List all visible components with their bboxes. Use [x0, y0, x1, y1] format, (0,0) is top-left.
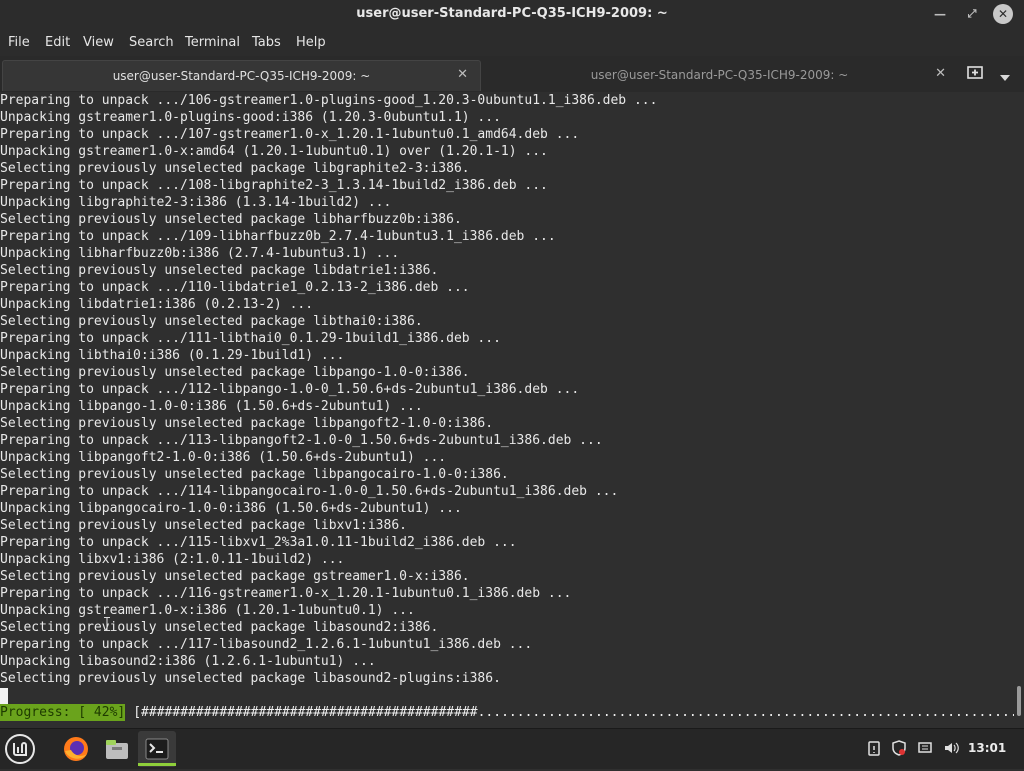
menu-view[interactable]: View	[83, 35, 114, 50]
terminal-line: Selecting previously unselected package …	[0, 620, 439, 635]
terminal-icon[interactable]	[138, 731, 176, 767]
plus-icon[interactable]	[965, 64, 985, 84]
terminal-line: Unpacking libharfbuzz0b:i386 (2.7.4-1ubu…	[0, 246, 400, 261]
menu-file[interactable]: File	[8, 35, 30, 50]
terminal-line: Selecting previously unselected package …	[0, 212, 462, 227]
terminal-line: Preparing to unpack .../115-libxv1_2%3a1…	[0, 535, 517, 550]
menu-icon[interactable]	[4, 733, 36, 765]
chevron-down-icon[interactable]	[998, 68, 1014, 81]
terminal-line: Selecting previously unselected package …	[0, 161, 470, 176]
close-icon[interactable]: ✕	[993, 4, 1013, 24]
menu-terminal[interactable]: Terminal	[185, 35, 240, 50]
terminal-line: Preparing to unpack .../117-libasound2_1…	[0, 637, 533, 652]
terminal-line: Preparing to unpack .../116-gstreamer1.0…	[0, 586, 572, 601]
title-bar: user@user-Standard-PC-Q35-ICH9-2009: ~ —…	[0, 0, 1024, 29]
shield-icon[interactable]	[890, 740, 908, 758]
network-icon[interactable]	[916, 740, 934, 758]
scrollbar[interactable]	[1014, 92, 1024, 722]
menu-help[interactable]: Help	[296, 35, 326, 50]
terminal-line: Preparing to unpack .../113-libpangoft2-…	[0, 433, 603, 448]
terminal-line: Preparing to unpack .../114-libpangocair…	[0, 484, 619, 499]
terminal-line: Unpacking gstreamer1.0-x:amd64 (1.20.1-1…	[0, 144, 548, 159]
terminal-line: Preparing to unpack .../111-libthai0_0.1…	[0, 331, 501, 346]
terminal-line: Selecting previously unselected package …	[0, 467, 509, 482]
terminal-line: Unpacking libpangocairo-1.0-0:i386 (1.50…	[0, 501, 462, 516]
tab-bar: user@user-Standard-PC-Q35-ICH9-2009: ~ ✕…	[0, 56, 1024, 93]
tab-terminal-2[interactable]: user@user-Standard-PC-Q35-ICH9-2009: ~ ✕	[481, 60, 958, 90]
terminal-line: Preparing to unpack .../109-libharfbuzz0…	[0, 229, 556, 244]
clipboard-icon[interactable]	[865, 740, 883, 758]
menu-search[interactable]: Search	[129, 35, 174, 50]
terminal-line: Preparing to unpack .../106-gstreamer1.0…	[0, 93, 658, 108]
menu-tabs[interactable]: Tabs	[252, 35, 281, 50]
terminal-line: Preparing to unpack .../108-libgraphite2…	[0, 178, 548, 193]
terminal-line: Preparing to unpack .../110-libdatrie1_0…	[0, 280, 470, 295]
volume-icon[interactable]	[942, 740, 960, 758]
close-icon[interactable]: ✕	[935, 66, 946, 81]
firefox-icon[interactable]	[60, 733, 92, 765]
progress-label: Progress: [ 42%]	[0, 704, 126, 721]
terminal-line: Unpacking libgraphite2-3:i386 (1.3.14-1b…	[0, 195, 392, 210]
minimize-icon[interactable]: —	[929, 3, 951, 25]
terminal-line: Selecting previously unselected package …	[0, 263, 439, 278]
terminal-line: Unpacking libasound2:i386 (1.2.6.1-1ubun…	[0, 654, 376, 669]
terminal-line: Unpacking gstreamer1.0-x:i386 (1.20.1-1u…	[0, 603, 415, 618]
cursor-row	[0, 687, 8, 704]
progress-row: Progress: [ 42%] [#######################…	[0, 704, 1024, 721]
terminal-line: Unpacking libdatrie1:i386 (0.2.13-2) ...	[0, 297, 314, 312]
menu-bar: File Edit View Search Terminal Tabs Help	[0, 29, 1024, 56]
terminal-output[interactable]: Preparing to unpack .../106-gstreamer1.0…	[0, 92, 1024, 722]
terminal-lines: Preparing to unpack .../106-gstreamer1.0…	[0, 92, 657, 687]
text-cursor-icon	[104, 616, 110, 631]
close-icon[interactable]: ✕	[457, 67, 468, 82]
terminal-line: Unpacking libthai0:i386 (0.1.29-1build1)…	[0, 348, 345, 363]
terminal-line: Unpacking libxv1:i386 (2:1.0.11-1build2)…	[0, 552, 345, 567]
terminal-line: Unpacking libpangoft2-1.0-0:i386 (1.50.6…	[0, 450, 447, 465]
terminal-line: Preparing to unpack .../112-libpango-1.0…	[0, 382, 580, 397]
tab-label: user@user-Standard-PC-Q35-ICH9-2009: ~	[112, 69, 371, 83]
terminal-line: Selecting previously unselected package …	[0, 314, 423, 329]
terminal-cursor	[0, 688, 8, 704]
menu-edit[interactable]: Edit	[45, 35, 70, 50]
terminal-line: Selecting previously unselected package …	[0, 416, 494, 431]
terminal-line: Unpacking libpango-1.0-0:i386 (1.50.6+ds…	[0, 399, 423, 414]
active-app-indicator	[138, 763, 176, 766]
terminal-line: Selecting previously unselected package …	[0, 671, 501, 686]
window-title: user@user-Standard-PC-Q35-ICH9-2009: ~	[356, 6, 668, 21]
clock[interactable]: 13:01	[968, 741, 1006, 755]
terminal-line: Selecting previously unselected package …	[0, 518, 407, 533]
terminal-line: Preparing to unpack .../107-gstreamer1.0…	[0, 127, 580, 142]
terminal-line: Unpacking gstreamer1.0-plugins-good:i386…	[0, 110, 501, 125]
progress-bar: [#######################################…	[133, 705, 1024, 720]
terminal-line: Selecting previously unselected package …	[0, 569, 470, 584]
scrollbar-thumb[interactable]	[1017, 686, 1021, 716]
tab-terminal-1[interactable]: user@user-Standard-PC-Q35-ICH9-2009: ~ ✕	[2, 60, 481, 91]
tab-label: user@user-Standard-PC-Q35-ICH9-2009: ~	[590, 68, 849, 82]
terminal-line: Selecting previously unselected package …	[0, 365, 470, 380]
files-icon[interactable]	[101, 733, 133, 765]
maximize-icon[interactable]: ⤢	[961, 3, 983, 25]
